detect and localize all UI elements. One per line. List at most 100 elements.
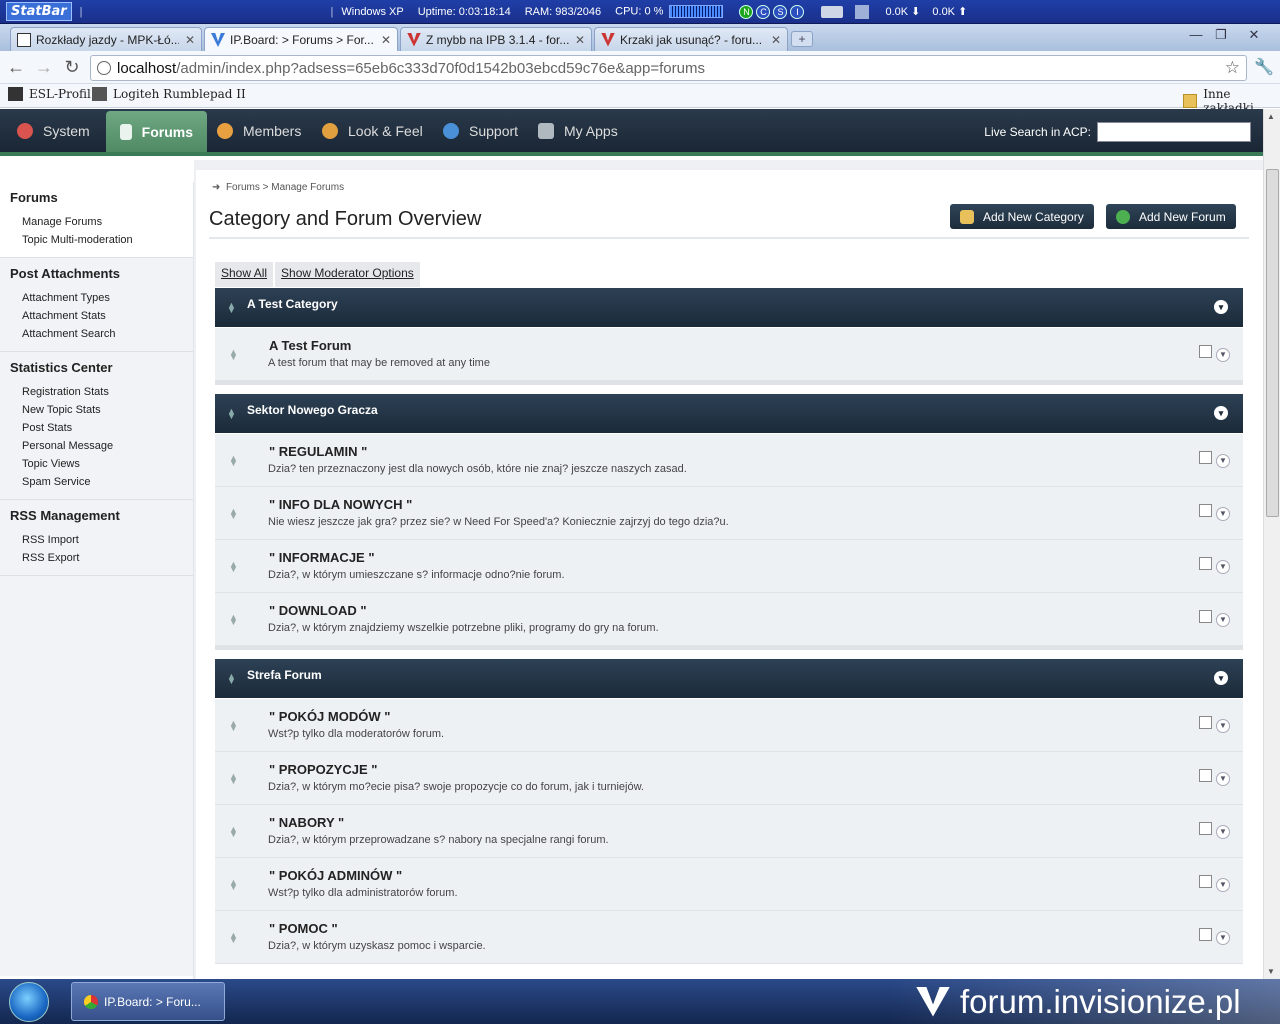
forum-name[interactable]: A Test Forum bbox=[269, 338, 351, 353]
minimize-icon[interactable]: — bbox=[1183, 26, 1209, 44]
tab-ipboard[interactable]: IP.Board: > Forums > For... ✕ bbox=[204, 27, 398, 52]
collapse-icon[interactable]: ▾ bbox=[1214, 406, 1228, 420]
forum-row[interactable]: ▲ ▼ " REGULAMIN " Dzia? ten przeznaczony je… bbox=[215, 434, 1243, 487]
taskbar-item-chrome[interactable]: IP.Board: > Foru... bbox=[71, 982, 225, 1021]
close-icon[interactable]: ✕ bbox=[381, 33, 391, 47]
drag-handle-icon[interactable]: ▲ ▼ bbox=[229, 348, 238, 362]
forum-row[interactable]: ▲ ▼ " POKÓJ ADMINÓW " Wst?p tylko dla admin… bbox=[215, 858, 1243, 911]
options-dropdown-icon[interactable]: ▼ bbox=[1216, 613, 1230, 627]
forum-name[interactable]: " POKÓJ MODÓW " bbox=[269, 709, 390, 724]
forward-icon[interactable]: → bbox=[33, 57, 55, 79]
nav-look-feel[interactable]: Look & Feel bbox=[322, 109, 423, 152]
options-dropdown-icon[interactable]: ▼ bbox=[1216, 719, 1230, 733]
address-bar[interactable]: localhost/admin/index.php?adsess=65eb6c3… bbox=[90, 55, 1247, 81]
category-header[interactable]: ▲ ▼ A Test Category ▾ bbox=[215, 288, 1243, 327]
forum-checkbox[interactable] bbox=[1199, 716, 1212, 729]
sidebar-item-attachment-types[interactable]: Attachment Types bbox=[10, 289, 183, 307]
options-dropdown-icon[interactable]: ▼ bbox=[1216, 507, 1230, 521]
forum-checkbox[interactable] bbox=[1199, 610, 1212, 623]
forum-name[interactable]: " INFO DLA NOWYCH " bbox=[269, 497, 412, 512]
reload-icon[interactable]: ↻ bbox=[61, 57, 83, 79]
vertical-scrollbar[interactable]: ▲ ▼ bbox=[1263, 109, 1280, 979]
forum-name[interactable]: " POKÓJ ADMINÓW " bbox=[269, 868, 402, 883]
nav-system[interactable]: System bbox=[17, 109, 90, 152]
indicator-n-icon[interactable]: N bbox=[739, 4, 754, 19]
category-header[interactable]: ▲ ▼ Sektor Nowego Gracza ▾ bbox=[215, 394, 1243, 433]
forum-row[interactable]: ▲ ▼ " POKÓJ MODÓW " Wst?p tylko dla moderat… bbox=[215, 699, 1243, 752]
options-dropdown-icon[interactable]: ▼ bbox=[1216, 825, 1230, 839]
close-icon[interactable]: ✕ bbox=[771, 33, 781, 47]
forum-row[interactable]: ▲ ▼ " NABORY " Dzia?, w którym przeprowadza… bbox=[215, 805, 1243, 858]
live-search-input[interactable] bbox=[1097, 122, 1251, 142]
forum-checkbox[interactable] bbox=[1199, 769, 1212, 782]
drag-handle-icon[interactable]: ▲ ▼ bbox=[227, 672, 236, 686]
nav-support[interactable]: Support bbox=[443, 109, 518, 152]
indicator-i-icon[interactable]: I bbox=[790, 4, 805, 19]
sidebar-item-registration-stats[interactable]: Registration Stats bbox=[10, 383, 183, 401]
sidebar-item-post-stats[interactable]: Post Stats bbox=[10, 419, 183, 437]
drag-handle-icon[interactable]: ▲ ▼ bbox=[229, 507, 238, 521]
breadcrumb-forums[interactable]: Forums bbox=[226, 182, 260, 193]
bookmark-star-icon[interactable]: ☆ bbox=[1225, 58, 1240, 78]
drag-handle-icon[interactable]: ▲ ▼ bbox=[227, 301, 236, 315]
sidebar-item-manage-forums[interactable]: Manage Forums bbox=[10, 213, 183, 231]
forum-name[interactable]: " INFORMACJE " bbox=[269, 550, 375, 565]
sidebar-item-rss-export[interactable]: RSS Export bbox=[10, 549, 183, 567]
scroll-thumb[interactable] bbox=[1266, 169, 1279, 517]
options-dropdown-icon[interactable]: ▼ bbox=[1216, 348, 1230, 362]
close-icon[interactable]: ✕ bbox=[575, 33, 585, 47]
forum-row[interactable]: ▲ ▼ " DOWNLOAD " Dzia?, w którym znajdziemy… bbox=[215, 593, 1243, 646]
new-tab-button[interactable]: + bbox=[791, 31, 813, 47]
maximize-icon[interactable]: ❐ bbox=[1208, 26, 1234, 44]
drag-handle-icon[interactable]: ▲ ▼ bbox=[227, 407, 236, 421]
sidebar-item-new-topic-stats[interactable]: New Topic Stats bbox=[10, 401, 183, 419]
nav-my-apps[interactable]: My Apps bbox=[538, 109, 618, 152]
start-button[interactable] bbox=[9, 982, 49, 1022]
forum-row[interactable]: ▲ ▼ " PROPOZYCJE " Dzia?, w którym mo?ecie … bbox=[215, 752, 1243, 805]
options-dropdown-icon[interactable]: ▼ bbox=[1216, 878, 1230, 892]
forum-checkbox[interactable] bbox=[1199, 875, 1212, 888]
forum-checkbox[interactable] bbox=[1199, 928, 1212, 941]
wrench-icon[interactable]: 🔧 bbox=[1254, 57, 1274, 77]
forum-row[interactable]: ▲ ▼ A Test Forum A test forum that may be r… bbox=[215, 328, 1243, 381]
sidebar-item-rss-import[interactable]: RSS Import bbox=[10, 531, 183, 549]
forum-checkbox[interactable] bbox=[1199, 451, 1212, 464]
forum-name[interactable]: " DOWNLOAD " bbox=[269, 603, 367, 618]
forum-checkbox[interactable] bbox=[1199, 557, 1212, 570]
close-window-icon[interactable]: ✕ bbox=[1241, 26, 1267, 44]
show-all-link[interactable]: Show All bbox=[215, 262, 274, 287]
add-new-category-button[interactable]: Add New Category bbox=[950, 204, 1094, 229]
forum-checkbox[interactable] bbox=[1199, 822, 1212, 835]
drag-handle-icon[interactable]: ▲ ▼ bbox=[229, 613, 238, 627]
category-header[interactable]: ▲ ▼ Strefa Forum ▾ bbox=[215, 659, 1243, 698]
drag-handle-icon[interactable]: ▲ ▼ bbox=[229, 931, 238, 945]
bookmark-logiteh[interactable]: Logiteh Rumblepad II bbox=[92, 87, 246, 101]
forum-row[interactable]: ▲ ▼ " POMOC " Dzia?, w którym uzyskasz pomo… bbox=[215, 911, 1243, 964]
drag-handle-icon[interactable]: ▲ ▼ bbox=[229, 878, 238, 892]
forum-name[interactable]: " PROPOZYCJE " bbox=[269, 762, 377, 777]
forum-name[interactable]: " NABORY " bbox=[269, 815, 344, 830]
drag-handle-icon[interactable]: ▲ ▼ bbox=[229, 825, 238, 839]
forum-checkbox[interactable] bbox=[1199, 504, 1212, 517]
forum-name[interactable]: " REGULAMIN " bbox=[269, 444, 367, 459]
collapse-icon[interactable]: ▾ bbox=[1214, 671, 1228, 685]
nav-forums[interactable]: Forums bbox=[106, 111, 207, 152]
forum-checkbox[interactable] bbox=[1199, 345, 1212, 358]
options-dropdown-icon[interactable]: ▼ bbox=[1216, 560, 1230, 574]
sidebar-item-personal-message[interactable]: Personal Message bbox=[10, 437, 183, 455]
network-icon[interactable] bbox=[855, 4, 870, 19]
scroll-down-icon[interactable]: ▼ bbox=[1267, 967, 1275, 976]
sidebar-item-topic-views[interactable]: Topic Views bbox=[10, 455, 183, 473]
options-dropdown-icon[interactable]: ▼ bbox=[1216, 772, 1230, 786]
indicator-c-icon[interactable]: C bbox=[756, 4, 771, 19]
drag-handle-icon[interactable]: ▲ ▼ bbox=[229, 454, 238, 468]
breadcrumb-manage-forums[interactable]: Manage Forums bbox=[271, 182, 344, 193]
close-icon[interactable]: ✕ bbox=[185, 33, 195, 47]
sidebar-item-topic-multi-moderation[interactable]: Topic Multi-moderation bbox=[10, 231, 183, 249]
collapse-icon[interactable]: ▾ bbox=[1214, 300, 1228, 314]
sidebar-item-attachment-search[interactable]: Attachment Search bbox=[10, 325, 183, 343]
sidebar-item-attachment-stats[interactable]: Attachment Stats bbox=[10, 307, 183, 325]
options-dropdown-icon[interactable]: ▼ bbox=[1216, 454, 1230, 468]
nav-members[interactable]: Members bbox=[217, 109, 301, 152]
bookmark-esl[interactable]: ESL-Profil bbox=[8, 87, 91, 101]
